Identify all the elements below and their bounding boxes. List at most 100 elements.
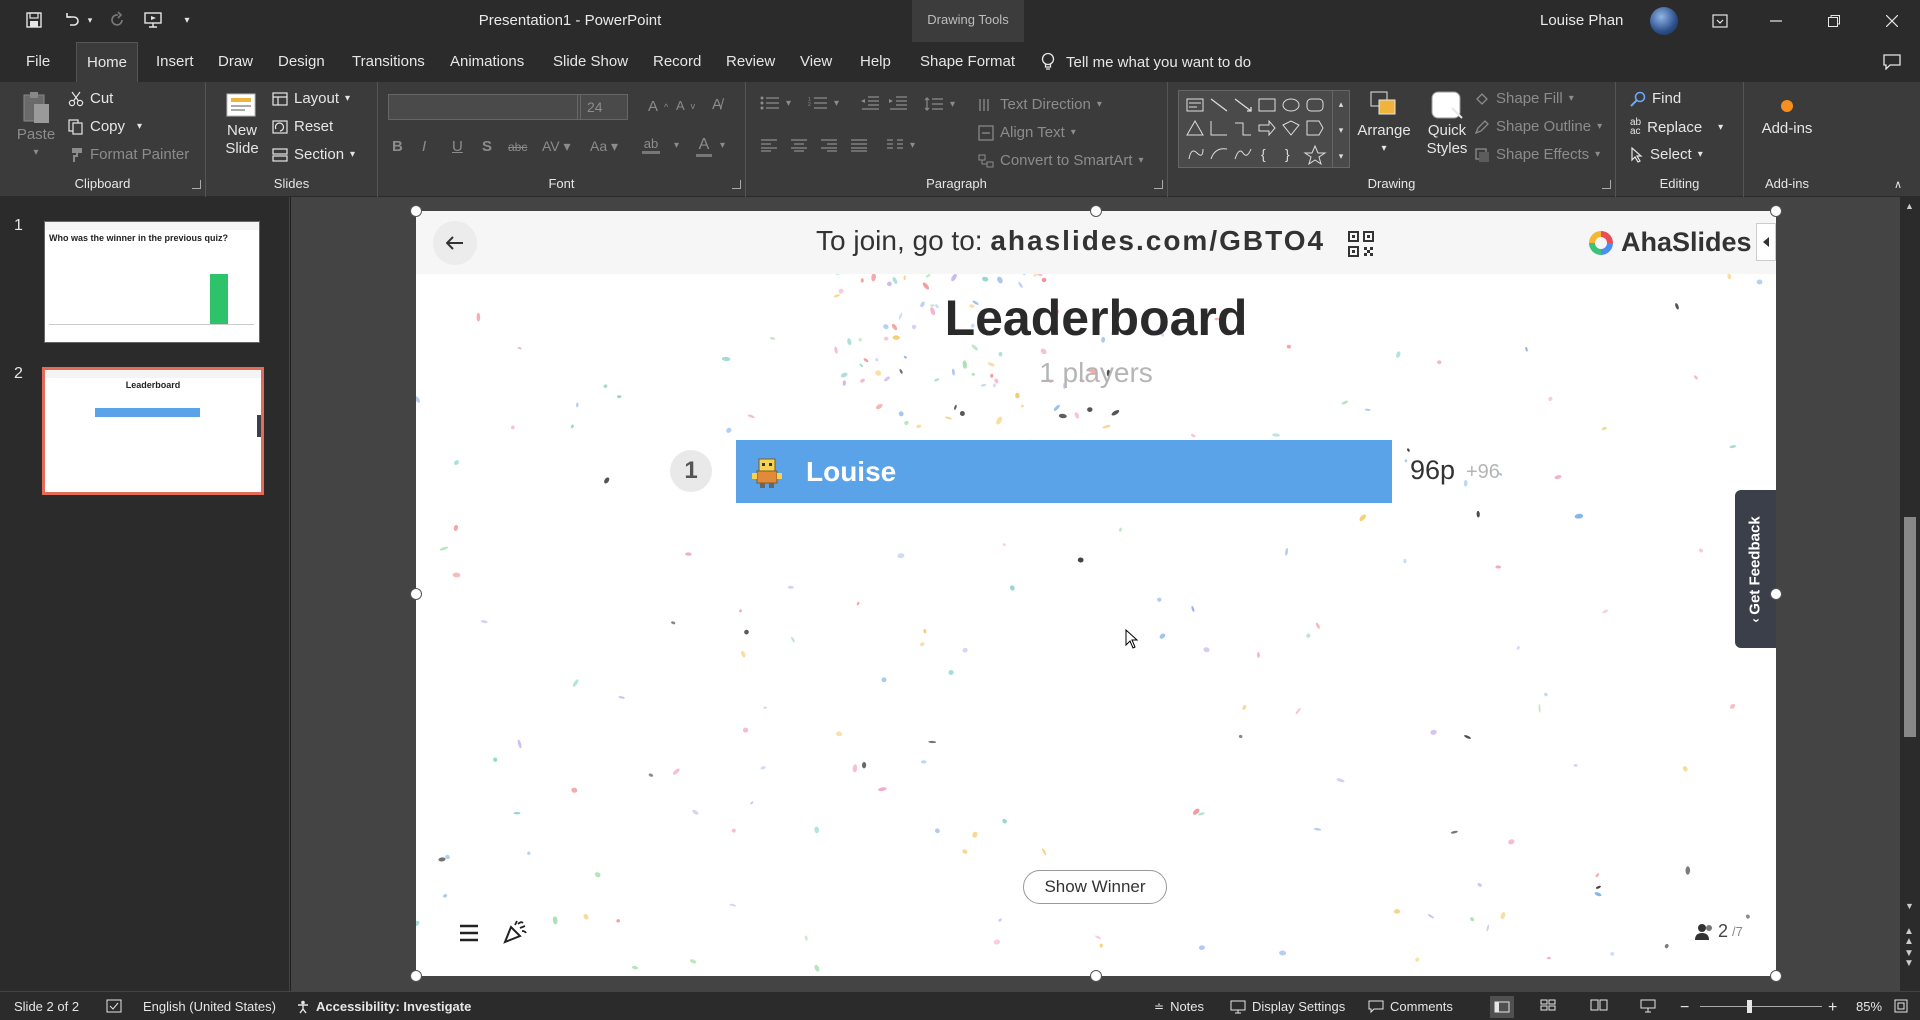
- change-case-icon[interactable]: Aa ▾: [590, 138, 618, 155]
- spell-check-icon[interactable]: [106, 999, 122, 1013]
- tab-shape-format[interactable]: Shape Format: [910, 42, 1025, 82]
- bullets-icon[interactable]: ▾: [760, 96, 791, 110]
- slide-show-icon[interactable]: [1640, 999, 1656, 1013]
- text-shadow-icon[interactable]: S: [482, 138, 492, 155]
- ribbon-display-options-icon[interactable]: [1692, 0, 1748, 42]
- add-ins-button[interactable]: Add-ins: [1754, 96, 1820, 138]
- resize-handle-top-right[interactable]: [1770, 205, 1782, 217]
- customize-toolbar-icon[interactable]: ▾: [180, 8, 194, 32]
- comments-panel-icon[interactable]: [1880, 50, 1904, 74]
- highlight-dropdown-icon[interactable]: ▾: [674, 140, 679, 151]
- normal-view-icon[interactable]: [1490, 996, 1514, 1018]
- zoom-slider[interactable]: [1700, 1006, 1822, 1007]
- restore-icon[interactable]: [1806, 0, 1862, 42]
- scrollbar-thumb[interactable]: [1904, 517, 1916, 737]
- resize-handle-top[interactable]: [1090, 205, 1102, 217]
- get-feedback-button[interactable]: ‹ Get Feedback: [1735, 490, 1776, 648]
- tab-animations[interactable]: Animations: [440, 42, 534, 82]
- tab-slide-show[interactable]: Slide Show: [543, 42, 638, 82]
- clipboard-launcher-icon[interactable]: [192, 180, 201, 189]
- resize-handle-bottom[interactable]: [1090, 970, 1102, 982]
- decrease-indent-icon[interactable]: [860, 96, 880, 110]
- drawing-launcher-icon[interactable]: [1602, 180, 1611, 189]
- party-popper-icon[interactable]: [502, 919, 528, 945]
- shape-effects-button[interactable]: Shape Effects ▾: [1474, 146, 1600, 163]
- align-right-icon[interactable]: [820, 138, 838, 152]
- shapes-gallery[interactable]: { }: [1178, 90, 1340, 168]
- tab-record[interactable]: Record: [643, 42, 711, 82]
- undo-dropdown-icon[interactable]: ▾: [84, 8, 96, 32]
- increase-indent-icon[interactable]: [888, 96, 908, 110]
- tab-draw[interactable]: Draw: [208, 42, 263, 82]
- join-url[interactable]: ahaslides.com/GBTO4: [990, 225, 1325, 256]
- italic-icon[interactable]: I: [422, 138, 426, 155]
- decrease-font-size-icon[interactable]: Av: [676, 98, 695, 113]
- back-button[interactable]: [433, 221, 477, 265]
- tell-me-search[interactable]: Tell me what you want to do: [1040, 42, 1251, 82]
- text-direction-button[interactable]: Text Direction ▾: [978, 96, 1102, 113]
- zoom-in-icon[interactable]: +: [1828, 999, 1837, 1017]
- section-button[interactable]: Section ▾: [272, 146, 355, 163]
- line-spacing-icon[interactable]: ▾: [924, 96, 955, 112]
- undo-icon[interactable]: [60, 8, 84, 32]
- select-button[interactable]: Select ▾: [1630, 146, 1703, 163]
- shapes-gallery-scroll[interactable]: ▴ ▾ ▾: [1332, 90, 1350, 168]
- resize-handle-right[interactable]: [1770, 588, 1782, 600]
- tab-view[interactable]: View: [790, 42, 842, 82]
- align-left-icon[interactable]: [760, 138, 778, 152]
- convert-smartart-button[interactable]: Convert to SmartArt ▾: [978, 152, 1144, 169]
- find-button[interactable]: Find: [1630, 90, 1681, 107]
- tab-home[interactable]: Home: [76, 42, 139, 83]
- notes-button[interactable]: ≐ Notes: [1154, 999, 1204, 1014]
- save-icon[interactable]: [22, 8, 46, 32]
- qr-code-icon[interactable]: [1348, 231, 1374, 257]
- justify-icon[interactable]: [850, 138, 868, 152]
- increase-font-size-icon[interactable]: A ^: [648, 98, 668, 115]
- zoom-slider-thumb[interactable]: [1747, 1000, 1752, 1013]
- quick-styles-button[interactable]: Quick Styles: [1416, 90, 1478, 158]
- font-color-dropdown-icon[interactable]: ▾: [720, 140, 725, 151]
- underline-icon[interactable]: U: [452, 138, 463, 155]
- slide-2[interactable]: To join, go to: ahaslides.com/GBTO4 AhaS…: [416, 211, 1776, 976]
- font-color-icon[interactable]: A: [696, 136, 712, 157]
- paragraph-launcher-icon[interactable]: [1154, 180, 1163, 189]
- tab-file[interactable]: File: [16, 42, 60, 82]
- slide-thumbnail-1[interactable]: Who was the winner in the previous quiz?: [44, 221, 260, 343]
- present-from-beginning-icon[interactable]: [140, 8, 166, 32]
- slide-sorter-icon[interactable]: [1540, 999, 1556, 1011]
- side-panel-toggle[interactable]: [1756, 223, 1776, 261]
- shape-outline-button[interactable]: Shape Outline ▾: [1474, 118, 1602, 135]
- layout-button[interactable]: Layout ▾: [272, 90, 350, 107]
- redo-icon[interactable]: [106, 8, 130, 32]
- zoom-level[interactable]: 85%: [1856, 999, 1882, 1014]
- shape-fill-button[interactable]: Shape Fill ▾: [1474, 90, 1574, 107]
- tab-design[interactable]: Design: [268, 42, 335, 82]
- columns-icon[interactable]: ▾: [886, 138, 915, 152]
- font-size-field[interactable]: 24: [580, 94, 628, 120]
- comments-button[interactable]: Comments: [1368, 999, 1453, 1014]
- previous-slide-icon[interactable]: ▲ ▲: [1904, 927, 1914, 947]
- next-slide-icon[interactable]: ▼ ▼: [1904, 949, 1914, 969]
- font-launcher-icon[interactable]: [732, 180, 741, 189]
- arrange-button[interactable]: Arrange ▾: [1352, 90, 1416, 158]
- bold-icon[interactable]: B: [392, 138, 403, 155]
- character-spacing-icon[interactable]: AV ▾: [542, 138, 571, 155]
- resize-handle-bottom-right[interactable]: [1770, 970, 1782, 982]
- replace-button[interactable]: ab ac Replace ▾: [1630, 118, 1723, 137]
- slide-thumbnail-2[interactable]: Leaderboard: [42, 367, 264, 495]
- minimize-icon[interactable]: [1748, 0, 1804, 42]
- tab-insert[interactable]: Insert: [146, 42, 204, 82]
- resize-handle-left[interactable]: [410, 588, 422, 600]
- numbering-icon[interactable]: 1 2 ▾: [808, 96, 839, 110]
- strikethrough-icon[interactable]: abc: [508, 140, 527, 154]
- tab-help[interactable]: Help: [850, 42, 901, 82]
- highlight-color-icon[interactable]: ab: [642, 136, 660, 154]
- show-winner-button[interactable]: Show Winner: [1023, 870, 1167, 904]
- format-painter-button[interactable]: Format Painter: [68, 146, 189, 163]
- copy-button[interactable]: Copy ▾: [68, 118, 142, 135]
- tab-transitions[interactable]: Transitions: [342, 42, 435, 82]
- scroll-up-icon[interactable]: ▲: [1905, 201, 1914, 211]
- resize-handle-bottom-left[interactable]: [410, 970, 422, 982]
- align-text-button[interactable]: Align Text ▾: [978, 124, 1076, 141]
- avatar[interactable]: [1650, 7, 1678, 35]
